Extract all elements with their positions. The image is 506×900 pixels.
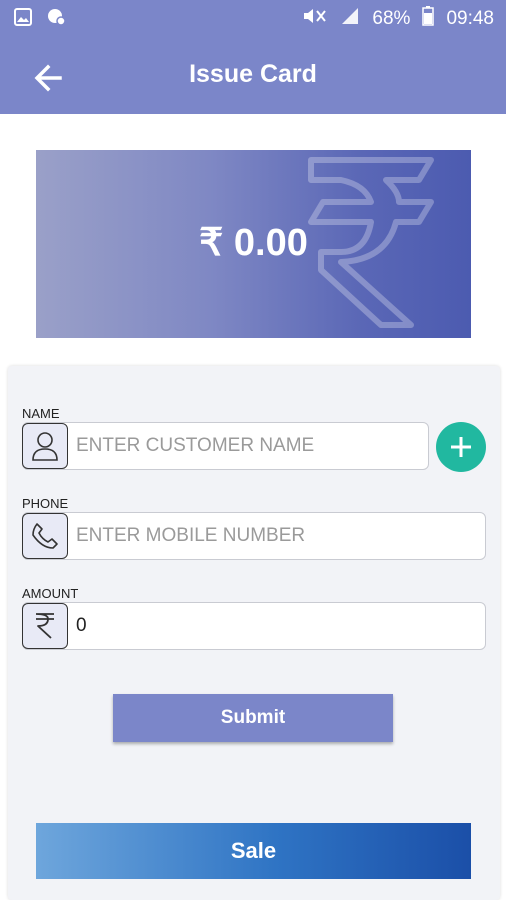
- name-label: NAME: [22, 406, 60, 421]
- name-field: [22, 422, 429, 470]
- balance-amount: ₹ 0.00: [199, 222, 308, 264]
- customer-name-input[interactable]: [68, 425, 428, 467]
- sale-button[interactable]: Sale: [36, 823, 471, 879]
- plus-icon: [451, 437, 471, 457]
- phone-icon: [22, 513, 68, 559]
- clock: 09:48: [446, 8, 494, 29]
- submit-button[interactable]: Submit: [113, 694, 393, 742]
- chat-icon: [46, 8, 66, 31]
- balance-card: ₹ 0.00: [36, 150, 471, 338]
- battery-icon: [422, 6, 435, 32]
- mobile-number-input[interactable]: [68, 515, 485, 557]
- image-icon: [14, 8, 32, 31]
- signal-icon: [340, 7, 360, 31]
- phone-field: [22, 512, 486, 560]
- add-customer-button[interactable]: [436, 422, 486, 472]
- rupee-icon: [22, 603, 68, 649]
- phone-label: PHONE: [22, 496, 69, 511]
- page-title: Issue Card: [189, 60, 317, 88]
- amount-field: [22, 602, 486, 650]
- amount-input[interactable]: [68, 605, 485, 647]
- battery-percent: 68%: [372, 8, 411, 29]
- mute-icon: [302, 7, 328, 31]
- amount-label: AMOUNT: [22, 586, 79, 601]
- status-bar: 68% 09:48: [0, 0, 506, 38]
- person-icon: [22, 423, 68, 469]
- app-bar: Issue Card: [0, 38, 506, 114]
- form-panel: NAME PHONE AMOUNT Submit Sale: [8, 366, 500, 900]
